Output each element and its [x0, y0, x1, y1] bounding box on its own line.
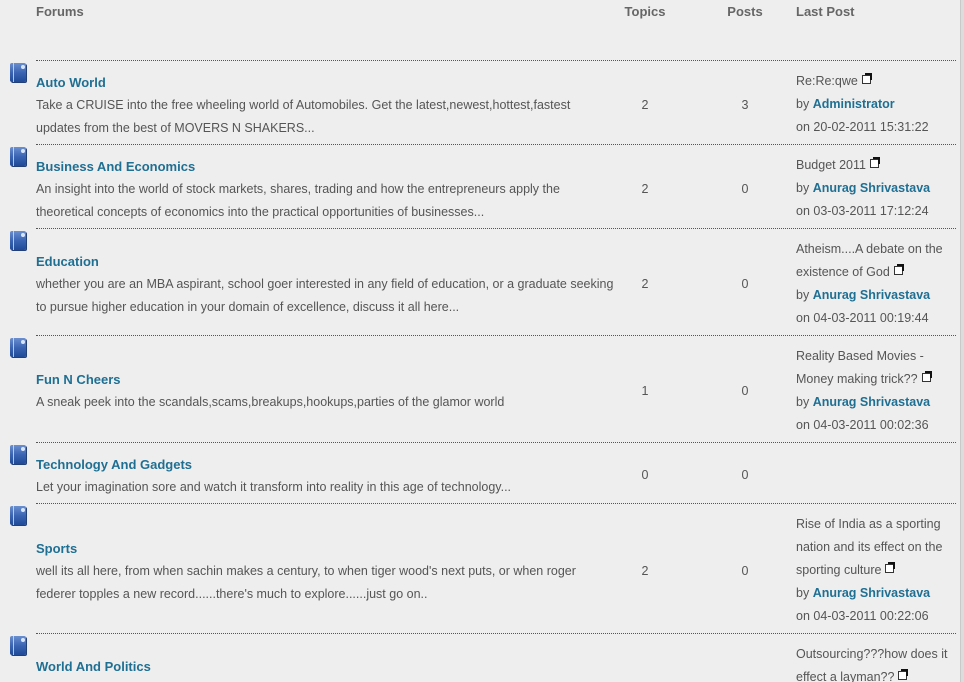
column-header-topics: Topics	[624, 4, 666, 19]
last-post-title-link[interactable]: Budget 2011	[796, 158, 866, 172]
by-label: by	[796, 97, 810, 111]
external-link-icon[interactable]	[885, 562, 896, 573]
external-link-icon[interactable]	[893, 264, 904, 275]
last-post-title-link[interactable]: Atheism....A debate on the existence of …	[796, 242, 943, 279]
forum-row: Fun N Cheers A sneak peek into the scand…	[0, 335, 960, 442]
last-post-title-link[interactable]: Re:Re:qwe	[796, 74, 858, 88]
forum-description: A sneak peek into the scandals,scams,bre…	[36, 395, 505, 409]
forum-book-icon	[10, 231, 26, 250]
last-post-date: 04-03-2011 00:19:44	[813, 311, 929, 325]
forum-title-link[interactable]: Business And Economics	[36, 159, 195, 174]
external-link-icon[interactable]	[869, 157, 880, 168]
column-header-forums: Forums	[36, 4, 84, 19]
topics-count: 2	[641, 564, 649, 578]
posts-count: 0	[741, 384, 749, 398]
last-post-date: 03-03-2011 17:12:24	[813, 204, 929, 218]
forum-title-link[interactable]: Sports	[36, 541, 77, 556]
last-post: Outsourcing???how does it effect a layma…	[796, 643, 958, 682]
forum-row: World And Politics Outsourcing???how doe…	[0, 633, 960, 682]
on-label: on	[796, 311, 810, 325]
forum-book-icon	[10, 147, 26, 166]
topics-count: 2	[641, 277, 649, 291]
external-link-icon[interactable]	[921, 371, 932, 382]
last-post-title-link[interactable]: Rise of India as a sporting nation and i…	[796, 517, 942, 577]
forum-row: Auto World Take a CRUISE into the free w…	[0, 60, 960, 144]
forum-row: Business And Economics An insight into t…	[0, 144, 960, 228]
posts-count: 0	[741, 564, 749, 578]
right-frame-edge	[960, 0, 964, 682]
forum-book-icon	[10, 445, 26, 464]
last-post-date: 04-03-2011 00:22:06	[813, 609, 929, 623]
forum-book-icon	[10, 338, 26, 357]
forum-description: whether you are an MBA aspirant, school …	[36, 277, 614, 314]
forum-title-link[interactable]: Auto World	[36, 75, 106, 90]
last-post: Budget 2011 by Anurag Shrivastava on 03-…	[796, 154, 958, 223]
last-post: Reality Based Movies - Money making tric…	[796, 345, 958, 437]
posts-count: 0	[741, 277, 749, 291]
forum-book-icon	[10, 506, 26, 525]
last-post-user-link[interactable]: Anurag Shrivastava	[813, 395, 930, 409]
forum-title-link[interactable]: World And Politics	[36, 659, 151, 674]
posts-count: 0	[741, 468, 749, 482]
last-post-title-link[interactable]: Reality Based Movies - Money making tric…	[796, 349, 924, 386]
by-label: by	[796, 288, 810, 302]
forum-title-link[interactable]: Education	[36, 254, 99, 269]
by-label: by	[796, 395, 810, 409]
forum-description: Let your imagination sore and watch it t…	[36, 480, 512, 494]
column-header-posts: Posts	[727, 4, 763, 19]
last-post-title-link[interactable]: Outsourcing???how does it effect a layma…	[796, 647, 947, 682]
forum-title-link[interactable]: Technology And Gadgets	[36, 457, 192, 472]
on-label: on	[796, 418, 810, 432]
on-label: on	[796, 609, 810, 623]
forum-title-link[interactable]: Fun N Cheers	[36, 372, 121, 387]
forum-row: Education whether you are an MBA aspiran…	[0, 228, 960, 335]
external-link-icon[interactable]	[861, 73, 872, 84]
last-post-date: 20-02-2011 15:31:22	[813, 120, 929, 134]
forum-book-icon	[10, 63, 26, 82]
external-link-icon[interactable]	[898, 669, 909, 680]
topics-count: 2	[641, 182, 649, 196]
forum-description: well its all here, from when sachin make…	[36, 564, 576, 601]
forum-book-icon	[10, 636, 26, 655]
last-post-user-link[interactable]: Administrator	[813, 97, 895, 111]
on-label: on	[796, 120, 810, 134]
posts-count: 3	[741, 98, 749, 112]
on-label: on	[796, 204, 810, 218]
last-post-user-link[interactable]: Anurag Shrivastava	[813, 181, 930, 195]
forum-description: Take a CRUISE into the free wheeling wor…	[36, 98, 571, 135]
by-label: by	[796, 181, 810, 195]
last-post-user-link[interactable]: Anurag Shrivastava	[813, 586, 930, 600]
forum-row: Technology And Gadgets Let your imaginat…	[0, 442, 960, 503]
last-post-date: 04-03-2011 00:02:36	[813, 418, 929, 432]
last-post: Re:Re:qwe by Administrator on 20-02-2011…	[796, 70, 958, 139]
topics-count: 1	[641, 384, 649, 398]
last-post: Atheism....A debate on the existence of …	[796, 238, 958, 330]
forum-row: Sports well its all here, from when sach…	[0, 503, 960, 633]
topics-count: 0	[641, 468, 649, 482]
forum-description: An insight into the world of stock marke…	[36, 182, 560, 219]
last-post-user-link[interactable]: Anurag Shrivastava	[813, 288, 930, 302]
column-header-last-post: Last Post	[796, 4, 855, 19]
by-label: by	[796, 586, 810, 600]
posts-count: 0	[741, 182, 749, 196]
last-post: Rise of India as a sporting nation and i…	[796, 513, 958, 628]
topics-count: 2	[641, 98, 649, 112]
